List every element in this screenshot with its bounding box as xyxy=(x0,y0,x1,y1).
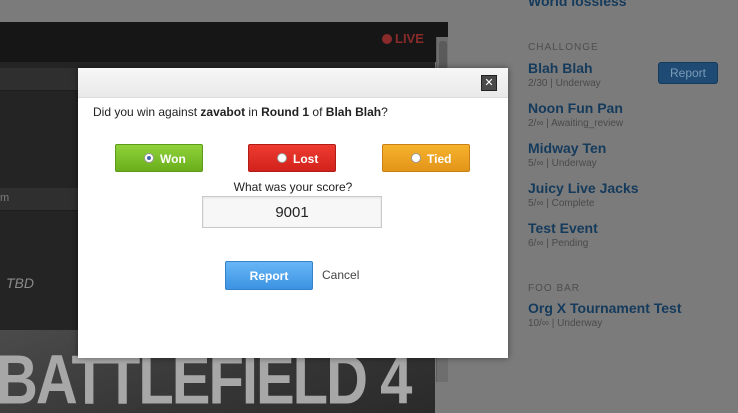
match-question: Did you win against zavabot in Round 1 o… xyxy=(93,105,388,119)
event-link[interactable]: Noon Fun Pan xyxy=(528,100,623,116)
question-suffix: ? xyxy=(381,105,388,119)
event-link[interactable]: Juicy Live Jacks xyxy=(528,180,639,196)
close-icon[interactable]: ✕ xyxy=(481,75,497,91)
event-meta: 5/∞ | Underway xyxy=(528,158,597,169)
live-dot-icon xyxy=(382,34,392,44)
event-name: Blah Blah xyxy=(325,105,382,119)
report-button[interactable]: Report xyxy=(225,261,313,290)
match-tbd-label: TBD xyxy=(6,275,34,291)
live-badge: LIVE xyxy=(382,31,424,46)
won-label: Won xyxy=(160,152,186,166)
report-result-dialog: ✕ Did you win against zavabot in Round 1… xyxy=(78,68,508,358)
dialog-titlebar: ✕ xyxy=(78,68,508,98)
question-prefix: Did you win against xyxy=(93,105,201,119)
tied-option[interactable]: Tied xyxy=(382,144,470,172)
lost-option[interactable]: Lost xyxy=(248,144,336,172)
tied-radio[interactable] xyxy=(411,153,421,163)
bracket-row-label: m xyxy=(0,192,10,204)
section-heading-challonge: CHALLONGE xyxy=(528,42,599,53)
won-radio[interactable] xyxy=(144,153,154,163)
event-link[interactable]: Midway Ten xyxy=(528,140,606,156)
score-prompt: What was your score? xyxy=(233,180,353,194)
event-link[interactable]: Blah Blah xyxy=(528,60,593,76)
event-meta: 2/∞ | Awaiting_review xyxy=(528,118,624,129)
event-meta: 2/30 | Underway xyxy=(528,78,601,89)
event-link[interactable]: Test Event xyxy=(528,220,598,236)
stream-header xyxy=(0,22,448,62)
event-meta: 10/∞ | Underway xyxy=(528,318,603,329)
question-mid: of xyxy=(309,105,326,119)
live-label: LIVE xyxy=(395,31,424,46)
won-option[interactable]: Won xyxy=(115,144,203,172)
opponent-name: zavabot xyxy=(200,105,246,119)
score-input[interactable] xyxy=(202,196,382,228)
sidebar-report-button[interactable]: Report xyxy=(658,62,718,84)
tied-label: Tied xyxy=(427,152,452,166)
round-name: Round 1 xyxy=(261,105,310,119)
event-meta: 6/∞ | Pending xyxy=(528,238,589,249)
sidebar-event-title-clipped[interactable]: World lossless xyxy=(528,0,627,9)
cancel-link[interactable]: Cancel xyxy=(322,268,359,282)
event-link[interactable]: Org X Tournament Test xyxy=(528,300,682,316)
lost-radio[interactable] xyxy=(277,153,287,163)
question-mid: in xyxy=(245,105,262,119)
lost-label: Lost xyxy=(293,152,319,166)
section-heading-foo-bar: FOO BAR xyxy=(528,283,581,294)
event-meta: 5/∞ | Complete xyxy=(528,198,595,209)
